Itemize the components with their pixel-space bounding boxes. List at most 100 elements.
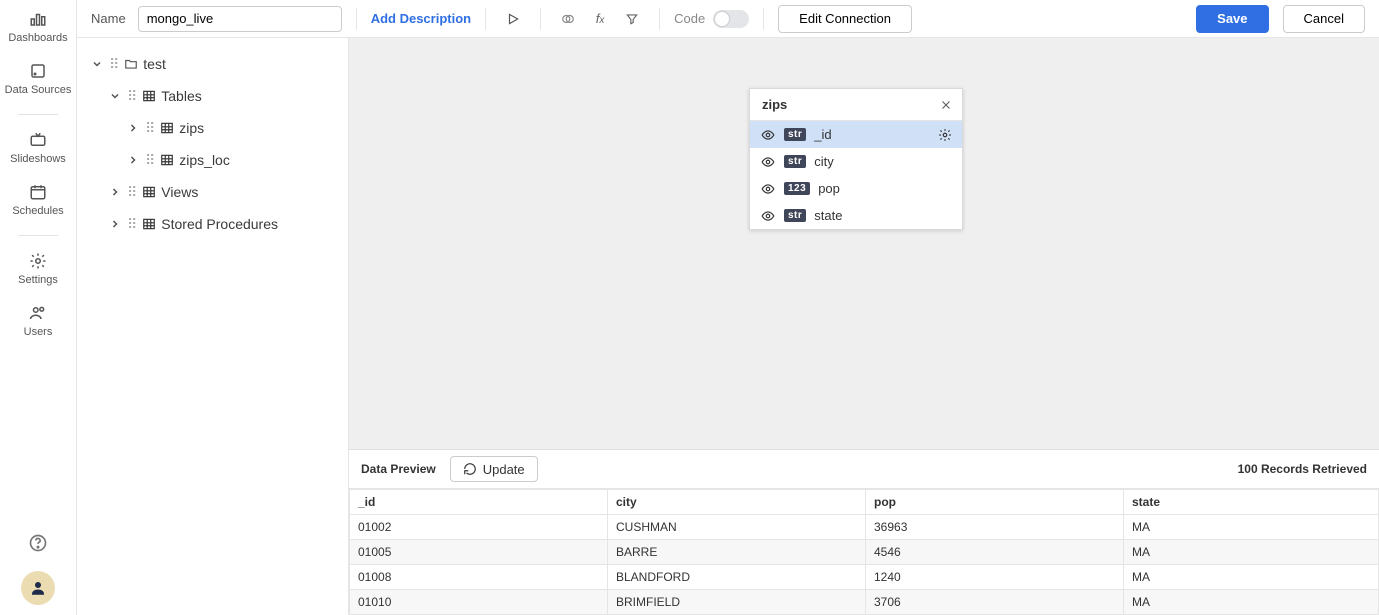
chevron-down-icon[interactable] — [107, 88, 123, 104]
topbar: Name Add Description fx Code — [77, 0, 1379, 38]
name-input[interactable] — [138, 6, 342, 32]
nav-label: Schedules — [12, 205, 63, 217]
join-icon — [560, 12, 576, 26]
field-row[interactable]: strstate — [750, 202, 962, 229]
filter-button[interactable] — [619, 6, 645, 32]
save-button[interactable]: Save — [1196, 5, 1268, 33]
tree-group-label: Tables — [161, 88, 201, 104]
drag-icon[interactable]: ⠿ — [127, 184, 137, 201]
cell-state: MA — [1124, 540, 1379, 565]
add-description-link[interactable]: Add Description — [371, 11, 471, 26]
cell-city: BLANDFORD — [608, 565, 866, 590]
nav-dashboards[interactable]: Dashboards — [0, 4, 77, 52]
fx-button[interactable]: fx — [587, 6, 613, 32]
nav-label: Data Sources — [5, 84, 72, 96]
database-icon — [28, 62, 48, 80]
tree-table-zips-loc[interactable]: ⠿ zips_loc — [77, 144, 348, 176]
tv-icon — [28, 131, 48, 149]
table-row[interactable]: 01002CUSHMAN36963MA — [350, 515, 1379, 540]
field-name: pop — [818, 181, 840, 196]
chevron-down-icon[interactable] — [89, 56, 105, 72]
update-button[interactable]: Update — [450, 456, 538, 482]
visibility-icon[interactable] — [760, 155, 776, 169]
fx-icon: fx — [596, 11, 605, 26]
drag-icon[interactable]: ⠿ — [127, 88, 137, 105]
nav-label: Dashboards — [8, 32, 67, 44]
nav-data-sources[interactable]: Data Sources — [0, 56, 77, 104]
records-count: 100 Records Retrieved — [1238, 462, 1367, 476]
tree-group-label: Stored Procedures — [161, 216, 278, 232]
canvas[interactable]: zips str_idstrcity123popstrstate — [349, 38, 1379, 449]
table-row[interactable]: 01005BARRE4546MA — [350, 540, 1379, 565]
type-badge: 123 — [784, 182, 810, 195]
tree-group-stored-procedures[interactable]: ⠿ Stored Procedures — [77, 208, 348, 240]
tree-table-zips[interactable]: ⠿ zips — [77, 112, 348, 144]
field-name: state — [814, 208, 842, 223]
field-name: city — [814, 154, 834, 169]
col-city[interactable]: city — [608, 490, 866, 515]
cell-pop: 36963 — [866, 515, 1124, 540]
cell-id: 01010 — [350, 590, 608, 615]
help-icon[interactable] — [28, 533, 48, 553]
cell-city: BARRE — [608, 540, 866, 565]
run-button[interactable] — [500, 6, 526, 32]
table-popup: zips str_idstrcity123popstrstate — [749, 88, 963, 230]
field-row[interactable]: str_id — [750, 121, 962, 148]
table-icon — [141, 217, 157, 231]
cancel-button[interactable]: Cancel — [1283, 5, 1365, 33]
type-badge: str — [784, 155, 806, 168]
link-button[interactable] — [555, 6, 581, 32]
chevron-right-icon[interactable] — [107, 216, 123, 232]
person-icon — [29, 579, 47, 597]
chevron-right-icon[interactable] — [125, 120, 141, 136]
nav-slideshows[interactable]: Slideshows — [0, 125, 77, 173]
nav-label: Users — [24, 326, 53, 338]
data-preview-panel: Data Preview Update 100 Records Retrieve… — [349, 449, 1379, 615]
field-row[interactable]: 123 pop — [750, 175, 962, 202]
cell-state: MA — [1124, 565, 1379, 590]
nav-settings[interactable]: Settings — [0, 246, 77, 294]
cell-id: 01005 — [350, 540, 608, 565]
user-avatar[interactable] — [21, 571, 55, 605]
tree-item-label: zips_loc — [179, 152, 230, 168]
cell-id: 01002 — [350, 515, 608, 540]
folder-icon — [123, 57, 139, 71]
tree-group-label: Views — [161, 184, 198, 200]
col-pop[interactable]: pop — [866, 490, 1124, 515]
col-state[interactable]: state — [1124, 490, 1379, 515]
tree-root[interactable]: ⠿ test — [77, 48, 348, 80]
table-row[interactable]: 01008BLANDFORD1240MA — [350, 565, 1379, 590]
bar-chart-icon — [28, 10, 48, 28]
table-icon — [141, 185, 157, 199]
tree-group-tables[interactable]: ⠿ Tables — [77, 80, 348, 112]
cell-state: MA — [1124, 590, 1379, 615]
col-id[interactable]: _id — [350, 490, 608, 515]
visibility-icon[interactable] — [760, 182, 776, 196]
tree-root-label: test — [143, 56, 166, 72]
tree-group-views[interactable]: ⠿ Views — [77, 176, 348, 208]
code-toggle[interactable] — [713, 10, 749, 28]
code-label: Code — [674, 11, 705, 26]
table-row[interactable]: 01010BRIMFIELD3706MA — [350, 590, 1379, 615]
drag-icon[interactable]: ⠿ — [127, 216, 137, 233]
visibility-icon[interactable] — [760, 209, 776, 223]
drag-icon[interactable]: ⠿ — [145, 152, 155, 169]
preview-table: _id city pop state 01002CUSHMAN36963MA01… — [349, 489, 1379, 615]
visibility-icon[interactable] — [760, 128, 776, 142]
table-icon — [141, 89, 157, 103]
chevron-right-icon[interactable] — [107, 184, 123, 200]
drag-icon[interactable]: ⠿ — [109, 56, 119, 73]
nav-users[interactable]: Users — [0, 298, 77, 346]
close-icon[interactable] — [940, 99, 952, 111]
edit-connection-button[interactable]: Edit Connection — [778, 5, 912, 33]
field-row[interactable]: strcity — [750, 148, 962, 175]
nav-label: Settings — [18, 274, 58, 286]
drag-icon[interactable]: ⠿ — [145, 120, 155, 137]
play-icon — [506, 12, 520, 26]
cell-city: BRIMFIELD — [608, 590, 866, 615]
gear-icon[interactable] — [938, 128, 952, 142]
chevron-right-icon[interactable] — [125, 152, 141, 168]
cell-pop: 4546 — [866, 540, 1124, 565]
left-nav: Dashboards Data Sources Slideshows Sched… — [0, 0, 77, 615]
nav-schedules[interactable]: Schedules — [0, 177, 77, 225]
